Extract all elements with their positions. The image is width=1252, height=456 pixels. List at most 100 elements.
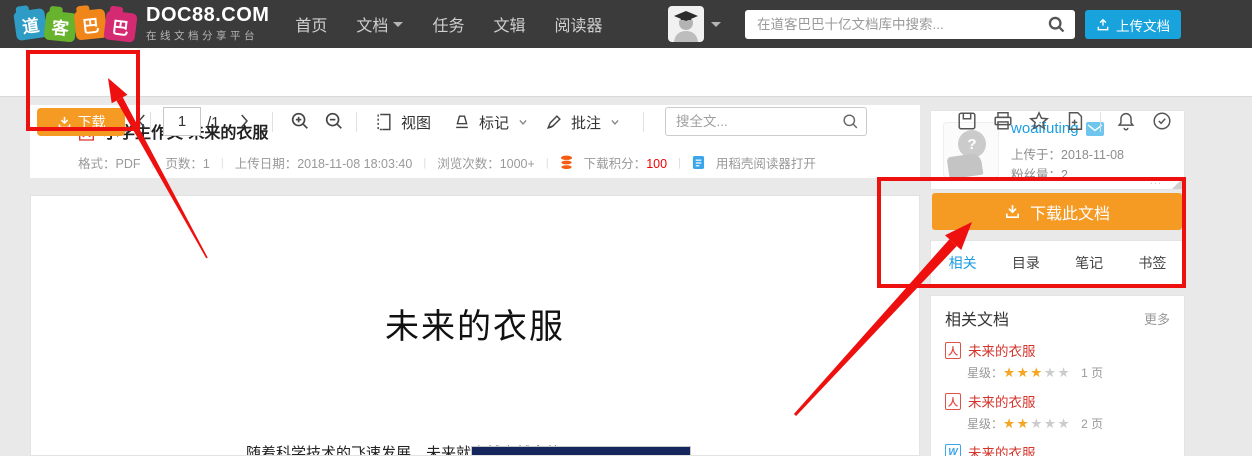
site-tagline: 在线文档分享平台 xyxy=(146,28,269,43)
main-nav: 首页 文档 任务 文辑 阅读器 xyxy=(295,12,602,36)
page-number-input[interactable] xyxy=(163,107,201,136)
site-search-input[interactable] xyxy=(745,10,1075,39)
doc-pages: 页数：1 xyxy=(165,153,209,172)
notifications-button[interactable] xyxy=(1114,109,1138,133)
zoom-in-icon xyxy=(289,110,311,132)
graduate-avatar-icon xyxy=(668,6,704,42)
tab-related[interactable]: 相关 xyxy=(931,253,994,273)
zoom-out-button[interactable] xyxy=(322,109,346,133)
add-document-button[interactable] xyxy=(1063,109,1087,133)
nav-item-tasks[interactable]: 任务 xyxy=(432,12,464,36)
pdf-file-icon: 人 xyxy=(945,342,961,359)
uploader-fans-count: 粉丝量：2 xyxy=(1011,164,1068,183)
save-icon xyxy=(956,110,978,132)
annotate-tool-button[interactable]: 批注 xyxy=(544,108,622,136)
tab-contents[interactable]: 目录 xyxy=(994,253,1057,273)
file-plus-icon xyxy=(1064,110,1086,132)
star-rating: ★★★★★ xyxy=(1003,416,1071,432)
nav-item-reader[interactable]: 阅读器 xyxy=(554,12,602,36)
chevron-right-icon xyxy=(235,112,253,130)
credits-coins-icon xyxy=(560,155,573,170)
page-number-field xyxy=(163,107,201,136)
site-name: DOC88.COM xyxy=(146,5,269,25)
logo-folder-icons: 道 客 巴 巴 xyxy=(16,4,136,44)
related-doc-item: 人 未来的衣服 星级： ★★★★★ 2 页 xyxy=(945,391,1170,432)
logo-text: DOC88.COM 在线文档分享平台 xyxy=(146,5,269,43)
pdf-file-icon: 人 xyxy=(945,393,961,410)
avatar-body-shape xyxy=(947,153,984,178)
reader-toolbar: 下载 /1 视 xyxy=(0,48,1252,97)
related-doc-link[interactable]: 未来的衣服 xyxy=(968,391,1036,411)
logo-folder-icon: 巴 xyxy=(103,10,137,43)
search-icon[interactable] xyxy=(1046,14,1067,40)
chevron-down-icon xyxy=(393,22,403,27)
favorite-button[interactable] xyxy=(1027,109,1051,133)
previous-page-button[interactable] xyxy=(130,109,154,133)
page-total-label: /1 xyxy=(207,114,220,131)
nav-item-collections[interactable]: 文辑 xyxy=(493,12,525,36)
download-icon xyxy=(1004,203,1021,220)
download-this-document-button[interactable]: 下载此文档 xyxy=(932,193,1182,230)
uploader-upload-date: 上传于：2018-11-08 xyxy=(1011,144,1124,163)
related-doc-pages: 1 页 xyxy=(1081,364,1103,381)
fulltext-search xyxy=(665,107,867,136)
star-rating: ★★★★★ xyxy=(1003,365,1071,381)
bell-icon xyxy=(1115,110,1137,132)
related-documents-panel: 相关文档 更多 人 未来的衣服 星级： ★★★★★ 1 页 人 未来的衣服 星级… xyxy=(930,295,1185,456)
doc-upload-date: 上传日期：2018-11-08 18:03:40 xyxy=(235,153,413,172)
chevron-down-icon xyxy=(608,115,622,129)
verified-badge-button[interactable] xyxy=(1150,109,1174,133)
zoom-in-button[interactable] xyxy=(288,109,312,133)
fulltext-search-input[interactable] xyxy=(665,107,867,136)
site-search xyxy=(745,10,1075,39)
nav-item-home[interactable]: 首页 xyxy=(295,12,327,36)
logo-folder-icon: 客 xyxy=(44,10,78,42)
star-icon xyxy=(1028,110,1050,132)
more-link[interactable]: 更多 xyxy=(1144,309,1170,328)
mark-tool-button[interactable]: 标记 xyxy=(452,108,530,136)
next-page-button[interactable] xyxy=(232,109,256,133)
print-button[interactable] xyxy=(991,109,1015,133)
document-page-canvas: 未来的衣服 随着科学技术的飞速发展，未来就会越来越多的 xyxy=(30,195,920,456)
doc-views: 浏览次数：1000+ xyxy=(437,153,535,172)
related-doc-item: 人 未来的衣服 星级： ★★★★★ 1 页 xyxy=(945,340,1170,381)
sidebar-tabs: 相关 目录 笔记 书签 xyxy=(930,240,1185,285)
tab-bookmarks[interactable]: 书签 xyxy=(1121,253,1184,273)
upload-document-button[interactable]: 上传文档 xyxy=(1085,10,1181,39)
badge-check-icon xyxy=(1151,110,1173,132)
related-documents-title: 相关文档 xyxy=(945,306,1009,330)
more-dots: ... xyxy=(1150,175,1162,187)
highlighter-icon xyxy=(452,112,472,132)
logo-folder-icon: 巴 xyxy=(74,8,108,40)
related-doc-link[interactable]: 未来的衣服 xyxy=(968,340,1036,360)
user-avatar[interactable] xyxy=(668,6,704,42)
tab-notes[interactable]: 笔记 xyxy=(1058,253,1121,273)
chevron-left-icon xyxy=(133,112,151,130)
save-button[interactable] xyxy=(955,109,979,133)
related-doc-link[interactable]: 未来的衣服 xyxy=(968,442,1036,456)
search-icon[interactable] xyxy=(841,112,860,136)
card-corner-fold[interactable] xyxy=(1172,177,1184,189)
view-layout-icon xyxy=(374,112,394,132)
open-with-reader-link[interactable]: 用稻壳阅读器打开 xyxy=(716,153,816,172)
document-meta: 格式：PDF | 页数：1 | 上传日期：2018-11-08 18:03:40… xyxy=(78,153,816,172)
word-file-icon: W xyxy=(945,444,961,456)
doc-credits-value: 100 xyxy=(646,157,667,171)
pen-icon xyxy=(544,112,564,132)
doc88-document-page: 道 客 巴 巴 DOC88.COM 在线文档分享平台 首页 文档 任务 文辑 阅… xyxy=(0,0,1252,456)
avatar-menu-chevron-icon[interactable] xyxy=(711,22,721,27)
site-logo[interactable]: 道 客 巴 巴 DOC88.COM 在线文档分享平台 xyxy=(16,4,269,44)
view-mode-button[interactable]: 视图 xyxy=(374,108,431,136)
document-page-image xyxy=(471,446,691,456)
printer-icon xyxy=(992,110,1014,132)
download-icon xyxy=(57,115,72,130)
chevron-down-icon xyxy=(516,115,530,129)
related-doc-item: W 未来的衣服 星级： ★★★★★ 2 页 xyxy=(945,442,1170,456)
top-header-bar: 道 客 巴 巴 DOC88.COM 在线文档分享平台 首页 文档 任务 文辑 阅… xyxy=(0,0,1252,48)
nav-item-documents[interactable]: 文档 xyxy=(356,12,403,36)
logo-folder-icon: 道 xyxy=(13,7,48,40)
doc-credits: 下载积分：100 xyxy=(584,153,667,172)
download-button[interactable]: 下载 xyxy=(37,108,125,136)
doc-format: 格式：PDF xyxy=(78,153,141,172)
upload-icon xyxy=(1096,18,1110,32)
